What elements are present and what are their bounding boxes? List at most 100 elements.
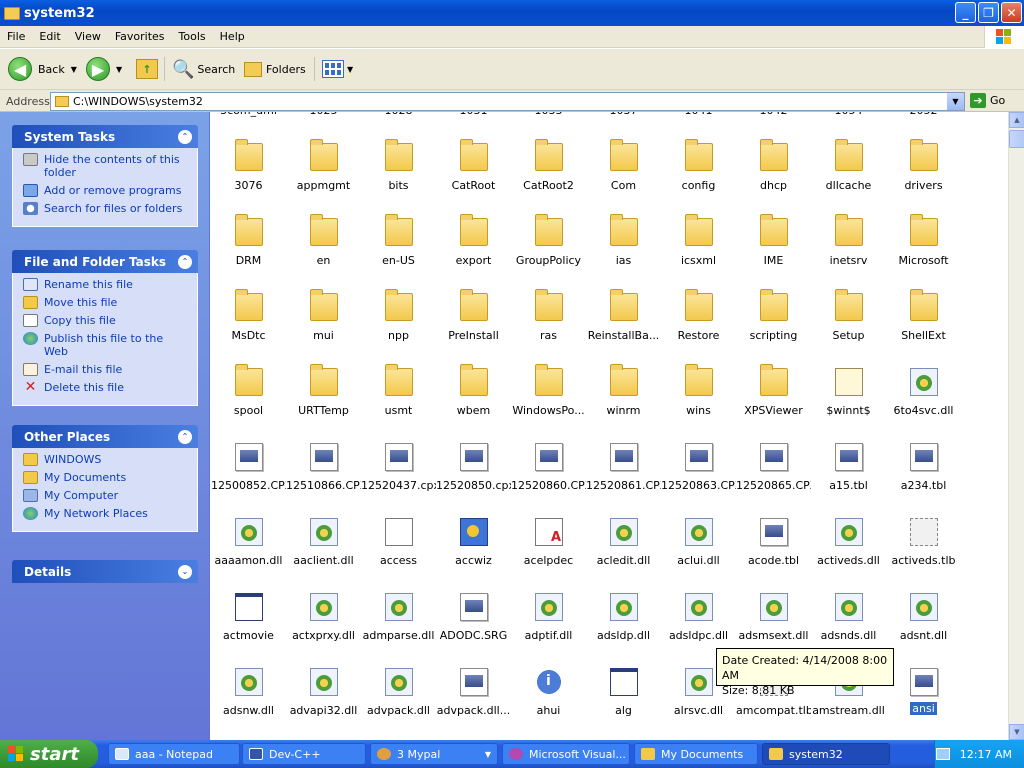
- add-remove-programs-link[interactable]: Add or remove programs: [23, 184, 187, 197]
- expand-icon[interactable]: ⌄: [178, 564, 192, 579]
- folder-item[interactable]: drivers: [886, 127, 961, 202]
- other-places-header[interactable]: Other Places ⌃: [12, 425, 198, 448]
- file-item[interactable]: a15.tbl: [811, 427, 886, 502]
- file-item[interactable]: 6to4svc.dll: [886, 352, 961, 427]
- views-button[interactable]: ▼: [322, 55, 353, 83]
- task-visual-studio[interactable]: Microsoft Visual...: [502, 743, 630, 765]
- move-file-link[interactable]: Move this file: [23, 296, 187, 309]
- file-item[interactable]: adsldp.dll: [586, 577, 661, 652]
- file-item[interactable]: activeds.tlb: [886, 502, 961, 577]
- scroll-down-button[interactable]: ▼: [1009, 724, 1024, 740]
- file-item[interactable]: alg: [586, 652, 661, 727]
- rename-file-link[interactable]: Rename this file: [23, 278, 187, 291]
- file-item[interactable]: aaaamon.dll: [211, 502, 286, 577]
- file-item[interactable]: a234.tbl: [886, 427, 961, 502]
- go-button[interactable]: ➔ Go: [970, 93, 1005, 108]
- folder-item[interactable]: IME: [736, 202, 811, 277]
- place-my-documents-link[interactable]: My Documents: [23, 471, 187, 484]
- menu-help[interactable]: Help: [213, 30, 252, 43]
- address-dropdown-button[interactable]: ▼: [947, 93, 964, 110]
- folder-item[interactable]: 1025: [286, 112, 361, 127]
- folder-item[interactable]: 1028: [361, 112, 436, 127]
- folder-item[interactable]: 2052: [886, 112, 961, 127]
- file-item[interactable]: actmovie: [211, 577, 286, 652]
- hide-contents-link[interactable]: Hide the contents of this folder: [23, 153, 187, 179]
- folder-item[interactable]: scripting: [736, 277, 811, 352]
- file-item[interactable]: acode.tbl: [736, 502, 811, 577]
- folder-item[interactable]: WindowsPo...: [511, 352, 586, 427]
- copy-file-link[interactable]: Copy this file: [23, 314, 187, 327]
- scroll-thumb[interactable]: [1009, 130, 1024, 148]
- folder-item[interactable]: Com: [586, 127, 661, 202]
- folder-item[interactable]: appmgmt: [286, 127, 361, 202]
- folder-item[interactable]: winrm: [586, 352, 661, 427]
- folder-item[interactable]: mui: [286, 277, 361, 352]
- file-item[interactable]: ansi: [886, 652, 961, 727]
- back-button[interactable]: ◀ Back ▼: [8, 55, 77, 83]
- task-mypal-group[interactable]: 3 Mypal ▼: [370, 743, 498, 765]
- file-item[interactable]: acelpdec: [511, 502, 586, 577]
- system-tasks-header[interactable]: System Tasks ⌃: [12, 125, 198, 148]
- chevron-down-icon[interactable]: ▼: [116, 65, 122, 74]
- search-files-link[interactable]: Search for files or folders: [23, 202, 187, 215]
- vertical-scrollbar[interactable]: ▲ ▼: [1008, 112, 1024, 740]
- place-windows-link[interactable]: WINDOWS: [23, 453, 187, 466]
- file-tasks-header[interactable]: File and Folder Tasks ⌃: [12, 250, 198, 273]
- file-item[interactable]: adptif.dll: [511, 577, 586, 652]
- file-item[interactable]: adsnw.dll: [211, 652, 286, 727]
- folder-item[interactable]: PreInstall: [436, 277, 511, 352]
- menu-edit[interactable]: Edit: [32, 30, 67, 43]
- folder-item[interactable]: ShellExt: [886, 277, 961, 352]
- folder-item[interactable]: icsxml: [661, 202, 736, 277]
- file-item[interactable]: admparse.dll: [361, 577, 436, 652]
- folder-item[interactable]: 3076: [211, 127, 286, 202]
- chevron-down-icon[interactable]: ▼: [71, 65, 77, 74]
- folder-item[interactable]: CatRoot: [436, 127, 511, 202]
- delete-file-link[interactable]: ✕ Delete this file: [23, 380, 187, 394]
- file-item[interactable]: 12510866.CPX: [286, 427, 361, 502]
- task-my-documents[interactable]: My Documents: [634, 743, 758, 765]
- collapse-icon[interactable]: ⌃: [178, 429, 192, 444]
- file-item[interactable]: 12520850.cpx: [436, 427, 511, 502]
- collapse-icon[interactable]: ⌃: [178, 129, 192, 144]
- file-item[interactable]: 12520437.cpx: [361, 427, 436, 502]
- folder-item[interactable]: inetsrv: [811, 202, 886, 277]
- menu-favorites[interactable]: Favorites: [108, 30, 172, 43]
- folder-item[interactable]: config: [661, 127, 736, 202]
- folder-item[interactable]: en: [286, 202, 361, 277]
- folder-item[interactable]: URTTemp: [286, 352, 361, 427]
- file-item[interactable]: aclui.dll: [661, 502, 736, 577]
- folder-item[interactable]: GroupPolicy: [511, 202, 586, 277]
- up-folder-button[interactable]: ↑: [136, 55, 158, 83]
- folder-item[interactable]: 1054: [811, 112, 886, 127]
- file-item[interactable]: acledit.dll: [586, 502, 661, 577]
- file-item[interactable]: ahui: [511, 652, 586, 727]
- collapse-icon[interactable]: ⌃: [178, 254, 192, 269]
- forward-button[interactable]: ▶ ▼: [86, 55, 122, 83]
- folder-item[interactable]: CatRoot2: [511, 127, 586, 202]
- file-item[interactable]: advpack.dll: [361, 652, 436, 727]
- file-item[interactable]: 12520861.CPX: [586, 427, 661, 502]
- folder-item[interactable]: dllcache: [811, 127, 886, 202]
- close-button[interactable]: ✕: [1001, 2, 1022, 23]
- details-header[interactable]: Details ⌄: [12, 560, 198, 583]
- file-item[interactable]: aaclient.dll: [286, 502, 361, 577]
- folder-item[interactable]: dhcp: [736, 127, 811, 202]
- place-network-link[interactable]: My Network Places: [23, 507, 187, 520]
- folder-item[interactable]: ras: [511, 277, 586, 352]
- folder-item[interactable]: ReinstallBa...: [586, 277, 661, 352]
- chevron-down-icon[interactable]: ▼: [347, 65, 353, 74]
- folder-item[interactable]: bits: [361, 127, 436, 202]
- address-input[interactable]: C:\WINDOWS\system32 ▼: [50, 92, 965, 111]
- folder-item[interactable]: Restore: [661, 277, 736, 352]
- folder-item[interactable]: 1033: [511, 112, 586, 127]
- folder-item[interactable]: Setup: [811, 277, 886, 352]
- maximize-button[interactable]: ❐: [978, 2, 999, 23]
- folder-item[interactable]: 1031: [436, 112, 511, 127]
- place-my-computer-link[interactable]: My Computer: [23, 489, 187, 502]
- start-button[interactable]: start: [0, 740, 98, 768]
- email-file-link[interactable]: E-mail this file: [23, 363, 187, 376]
- scroll-up-button[interactable]: ▲: [1009, 112, 1024, 128]
- folder-item[interactable]: DRM: [211, 202, 286, 277]
- folders-button[interactable]: Folders: [244, 55, 306, 83]
